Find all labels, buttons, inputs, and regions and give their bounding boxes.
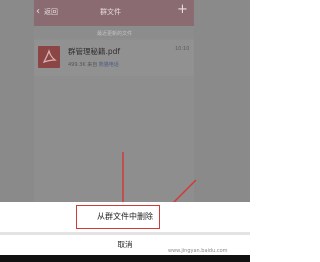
file-time: 10:10 — [175, 46, 190, 52]
screen: ‹ 返回 群文件 + 最近更新的文件 群管理秘籍.pdf 10:10 499.3… — [0, 0, 250, 262]
right-margin — [194, 0, 250, 202]
plus-icon[interactable]: + — [177, 3, 189, 17]
system-nav-bar — [0, 255, 250, 262]
file-size: 499.3K — [68, 62, 86, 68]
watermark: www.jingyan.baidu.com — [168, 248, 228, 254]
page-title: 群文件 — [100, 8, 121, 16]
left-margin — [0, 0, 34, 202]
annotation-highlight-box — [76, 205, 160, 229]
section-label: 最近更新的文件 — [97, 31, 133, 37]
file-owner[interactable]: 熊猫电话 — [99, 62, 119, 68]
file-meta: 499.3K 来自 熊猫电话 — [68, 61, 119, 68]
overlay-dim[interactable] — [34, 78, 194, 202]
file-name[interactable]: 群管理秘籍.pdf — [68, 46, 120, 57]
back-button[interactable]: 返回 — [44, 7, 58, 17]
file-source: 来自 — [87, 62, 98, 68]
pdf-file-icon — [38, 46, 60, 68]
